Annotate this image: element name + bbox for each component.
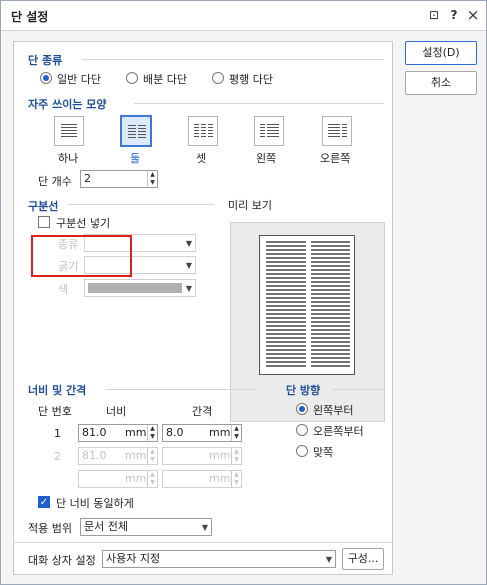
- radio-parallel[interactable]: [212, 72, 224, 84]
- ok-button[interactable]: 설정(D): [405, 41, 477, 65]
- gap-value: 8.0: [166, 426, 184, 439]
- preset-one-label: 하나: [58, 152, 79, 165]
- column-settings-dialog: 단 설정 ⊡ ? × 설정(D) 취소 단 종류 일반 다단 배분 다단 평행 …: [0, 0, 487, 585]
- preset-left-icon[interactable]: [254, 116, 284, 146]
- preset-left-label: 왼쪽: [256, 152, 277, 165]
- spinner-icon[interactable]: ▲ ▼: [231, 448, 241, 464]
- radio-right-first[interactable]: [296, 424, 308, 436]
- spinner-icon[interactable]: ▲ ▼: [147, 171, 157, 187]
- close-icon[interactable]: ×: [465, 7, 481, 23]
- divider-line: [134, 103, 384, 104]
- preset-three-label: 셋: [196, 152, 207, 165]
- preset-three-icon[interactable]: [188, 116, 218, 146]
- preview-page: [259, 235, 355, 375]
- preset-right-icon[interactable]: [322, 116, 352, 146]
- chevron-down-icon: ▼: [185, 239, 192, 248]
- radio-left-first[interactable]: [296, 403, 308, 415]
- width-value: 81.0: [82, 449, 107, 462]
- radio-distributed-label: 배분 다단: [143, 73, 187, 86]
- radio-normal[interactable]: [40, 72, 52, 84]
- highlight-box: [31, 235, 132, 277]
- radio-left-first-label: 왼쪽부터: [313, 404, 354, 417]
- row-number: 2: [54, 450, 61, 463]
- color-swatch: [88, 283, 182, 293]
- spinner-icon[interactable]: ▲ ▼: [147, 448, 157, 464]
- width-header: 너비: [106, 405, 127, 418]
- width-value: 81.0: [82, 426, 107, 439]
- chevron-down-icon: ▼: [325, 555, 332, 564]
- preset-right-label: 오른쪽: [320, 152, 351, 165]
- chevron-down-icon: ▼: [185, 261, 192, 270]
- title-bar: 단 설정 ⊡ ? ×: [1, 1, 486, 31]
- equal-width-label: 단 너비 동일하게: [56, 497, 134, 510]
- unit-label: mm: [209, 426, 231, 439]
- dialog-settings-label: 대화 상자 설정: [28, 554, 96, 567]
- chevron-down-icon: ▼: [201, 523, 208, 532]
- apply-range-label: 적용 범위: [28, 522, 72, 535]
- column-count-input[interactable]: 2 ▲ ▼: [80, 170, 158, 188]
- dialog-title: 단 설정: [11, 10, 49, 24]
- width-input-2[interactable]: 81.0 mm ▲ ▼: [78, 447, 158, 465]
- apply-range-value: 문서 전체: [84, 520, 128, 533]
- gap-input-2[interactable]: mm ▲ ▼: [162, 447, 242, 465]
- chevron-down-icon: ▼: [185, 284, 192, 293]
- radio-facing-label: 맞쪽: [313, 446, 334, 459]
- dialog-settings-value: 사용자 지정: [106, 552, 161, 565]
- unit-label: mm: [125, 472, 147, 485]
- divider-line: [82, 59, 384, 60]
- preset-two-icon[interactable]: [120, 115, 152, 147]
- preset-two-label: 둘: [130, 152, 141, 165]
- settings-panel: 단 종류 일반 다단 배분 다단 평행 다단 자주 쓰이는 모양 하나 둘 셋 …: [13, 41, 393, 575]
- column-count-label: 단 개수: [38, 175, 72, 188]
- unit-label: mm: [209, 449, 231, 462]
- preview-lines: [266, 241, 350, 367]
- gap-header: 간격: [192, 405, 213, 418]
- gap-input-3[interactable]: mm ▲ ▼: [162, 470, 242, 488]
- configure-button[interactable]: 구성...: [342, 548, 384, 570]
- divider-color-select[interactable]: ▼: [84, 279, 196, 297]
- divider-color-label: 색: [58, 283, 69, 296]
- row-number: 1: [54, 427, 61, 440]
- width-input-1[interactable]: 81.0 mm ▲ ▼: [78, 424, 158, 442]
- divider-heading: 구분선: [28, 200, 59, 213]
- divider-line: [68, 204, 214, 205]
- divider-line: [332, 389, 384, 390]
- presets-heading: 자주 쓰이는 모양: [28, 98, 107, 111]
- radio-distributed[interactable]: [126, 72, 138, 84]
- unit-label: mm: [209, 472, 231, 485]
- radio-parallel-label: 평행 다단: [229, 73, 273, 86]
- equal-width-checkbox[interactable]: ✓: [38, 496, 50, 508]
- column-count-value: 2: [84, 172, 91, 185]
- spinner-icon[interactable]: ▲ ▼: [147, 471, 157, 487]
- width-input-3[interactable]: mm ▲ ▼: [78, 470, 158, 488]
- spinner-icon[interactable]: ▲ ▼: [147, 425, 157, 441]
- apply-range-select[interactable]: 문서 전체 ▼: [80, 518, 212, 536]
- radio-normal-label: 일반 다단: [57, 73, 101, 86]
- spinner-icon[interactable]: ▲ ▼: [231, 425, 241, 441]
- divider-checkbox[interactable]: [38, 216, 50, 228]
- gap-input-1[interactable]: 8.0 mm ▲ ▼: [162, 424, 242, 442]
- column-type-heading: 단 종류: [28, 54, 63, 67]
- divider-line: [106, 389, 258, 390]
- radio-facing[interactable]: [296, 445, 308, 457]
- spacing-heading: 너비 및 간격: [28, 384, 87, 397]
- radio-right-first-label: 오른쪽부터: [313, 425, 364, 438]
- divider-line: [14, 542, 392, 543]
- cancel-button[interactable]: 취소: [405, 71, 477, 95]
- pin-icon[interactable]: ⊡: [426, 7, 442, 23]
- unit-label: mm: [125, 449, 147, 462]
- help-icon[interactable]: ?: [446, 7, 462, 23]
- preview-label: 미리 보기: [228, 199, 272, 212]
- unit-label: mm: [125, 426, 147, 439]
- col-number-header: 단 번호: [38, 405, 72, 418]
- divider-checkbox-label: 구분선 넣기: [56, 217, 111, 230]
- dialog-settings-select[interactable]: 사용자 지정 ▼: [102, 550, 336, 568]
- spinner-icon[interactable]: ▲ ▼: [231, 471, 241, 487]
- preset-one-icon[interactable]: [54, 116, 84, 146]
- direction-heading: 단 방향: [286, 384, 321, 397]
